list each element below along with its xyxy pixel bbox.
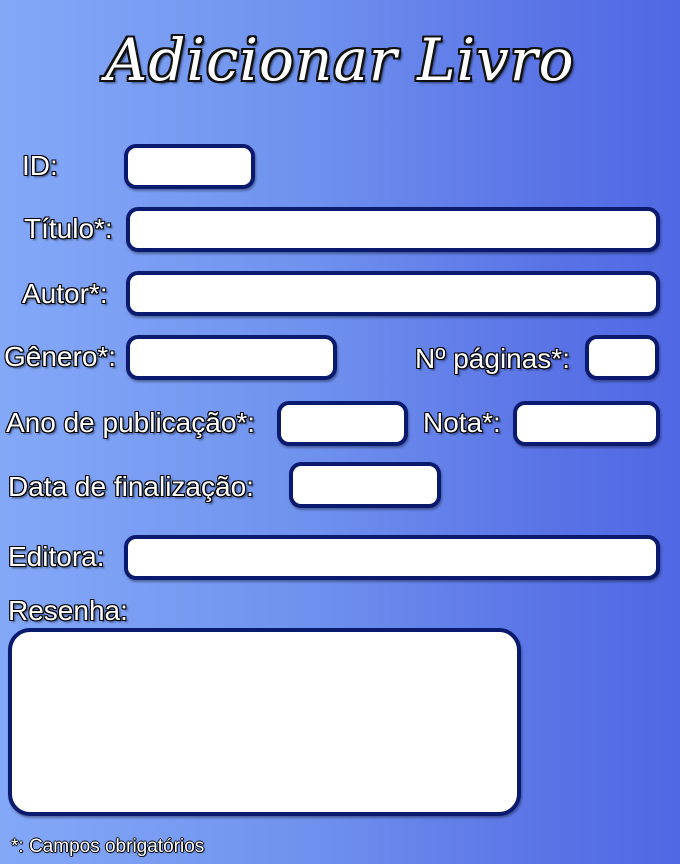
id-label: ID: xyxy=(22,150,58,181)
genero-field[interactable] xyxy=(126,335,337,380)
page-title: Adicionar Livro xyxy=(105,26,575,94)
genero-label: Gênero*: xyxy=(4,341,117,372)
id-field[interactable] xyxy=(124,144,255,189)
ano-field[interactable] xyxy=(277,401,408,446)
required-footnote: *: Campos obrigatórios xyxy=(11,836,205,857)
autor-label: Autor*: xyxy=(22,278,108,309)
finalizacao-label: Data de finalização: xyxy=(8,471,254,502)
paginas-field[interactable] xyxy=(585,335,659,380)
editora-field[interactable] xyxy=(124,535,660,580)
paginas-label: Nº páginas*: xyxy=(415,343,570,374)
autor-field[interactable] xyxy=(126,271,660,316)
nota-field[interactable] xyxy=(513,401,660,446)
resenha-label: Resenha: xyxy=(8,595,128,626)
nota-label: Nota*: xyxy=(423,407,501,438)
editora-label: Editora: xyxy=(8,541,105,572)
finalizacao-field[interactable] xyxy=(289,462,441,508)
ano-label: Ano de publicação*: xyxy=(6,407,256,438)
titulo-field[interactable] xyxy=(126,207,660,252)
resenha-field[interactable] xyxy=(8,628,521,816)
titulo-label: Título*: xyxy=(24,213,113,244)
